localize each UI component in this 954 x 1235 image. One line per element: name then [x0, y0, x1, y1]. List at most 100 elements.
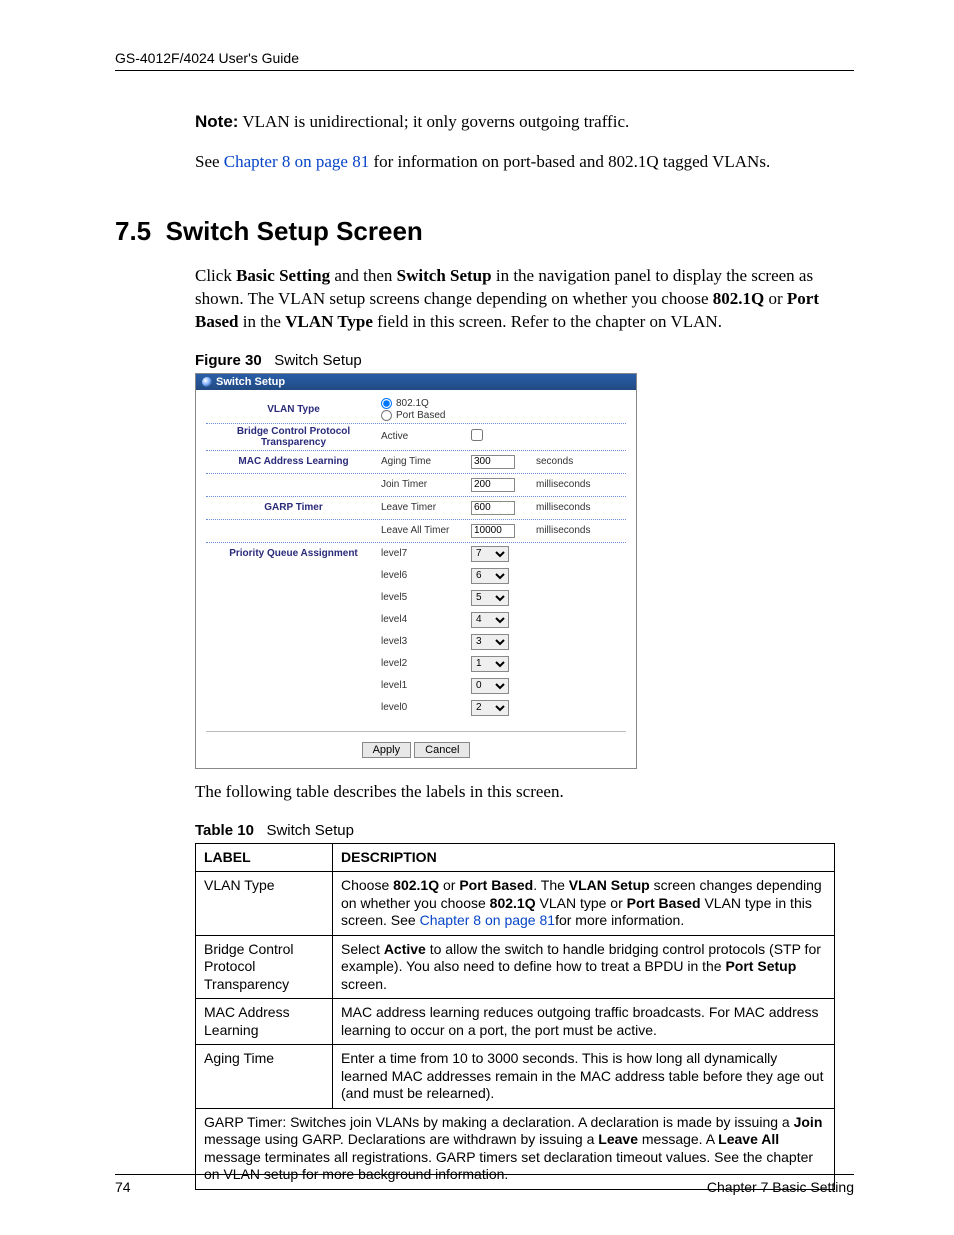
pqa-l2-select[interactable]: 1 — [471, 656, 509, 672]
see-post: for information on port-based and 802.1Q… — [369, 152, 770, 171]
note-paragraph: Note: VLAN is unidirectional; it only go… — [195, 111, 854, 134]
aging-unit: seconds — [536, 456, 573, 467]
row-pqa-6: level6 6 — [206, 565, 626, 587]
td-desc: MAC address learning reduces outgoing tr… — [333, 999, 835, 1045]
pqa-l7-select[interactable]: 7 — [471, 546, 509, 562]
table-header-row: LABEL DESCRIPTION — [196, 843, 835, 872]
pqa-l0-select[interactable]: 2 — [471, 700, 509, 716]
leave-unit: milliseconds — [536, 502, 590, 513]
row-garp-leaveall: Leave All Timer milliseconds — [206, 520, 626, 543]
pqa-l2-name: level2 — [381, 658, 471, 669]
mac-learning-label: MAC Address Learning — [206, 456, 381, 467]
pqa-l0-name: level0 — [381, 702, 471, 713]
pqa-l4-select[interactable]: 4 — [471, 612, 509, 628]
leave-timer-input[interactable] — [471, 501, 515, 515]
bcpt-active-checkbox[interactable] — [471, 429, 483, 441]
vlan-radio-portbased[interactable] — [381, 410, 392, 421]
note-text: VLAN is unidirectional; it only governs … — [238, 112, 629, 131]
figure-caption: Figure 30 Switch Setup — [195, 352, 854, 369]
aging-sub: Aging Time — [381, 456, 471, 467]
section-title: Switch Setup Screen — [166, 216, 423, 246]
td-desc: Select Active to allow the switch to han… — [333, 935, 835, 999]
leaveall-unit: milliseconds — [536, 525, 590, 536]
td-label: MAC Address Learning — [196, 999, 333, 1045]
pqa-label: Priority Queue Assignment — [206, 548, 381, 559]
section-number: 7.5 — [115, 216, 151, 246]
row-bcpt: Bridge Control Protocol Transparency Act… — [206, 424, 626, 451]
td-desc: Enter a time from 10 to 3000 seconds. Th… — [333, 1045, 835, 1109]
row-vlan-type: VLAN Type 802.1Q Port Based — [206, 396, 626, 424]
cancel-button[interactable]: Cancel — [414, 742, 470, 758]
table-row: VLAN Type Choose 802.1Q or Port Based. T… — [196, 872, 835, 936]
table-caption-text: Switch Setup — [266, 822, 354, 839]
switch-setup-figure: Switch Setup VLAN Type 802.1Q Port Based… — [195, 373, 637, 769]
figure-label: Figure 30 — [195, 352, 262, 369]
aging-time-input[interactable] — [471, 455, 515, 469]
pqa-l3-select[interactable]: 3 — [471, 634, 509, 650]
figure-titlebar-text: Switch Setup — [216, 376, 285, 388]
titlebar-orb-icon — [202, 377, 212, 387]
page-number: 74 — [115, 1179, 131, 1195]
pqa-l1-name: level1 — [381, 680, 471, 691]
figure-button-bar: Apply Cancel — [206, 731, 626, 758]
vlan-type-label: VLAN Type — [206, 404, 381, 415]
row-pqa-2: level2 1 — [206, 653, 626, 675]
pqa-l7-name: level7 — [381, 548, 471, 559]
join-sub: Join Timer — [381, 479, 471, 490]
row-pqa-5: level5 5 — [206, 587, 626, 609]
footer-chapter: Chapter 7 Basic Setting — [707, 1179, 854, 1195]
table-row: Bridge Control Protocol Transparency Sel… — [196, 935, 835, 999]
table-caption: Table 10 Switch Setup — [195, 822, 854, 839]
td-label: VLAN Type — [196, 872, 333, 936]
chapter8-link[interactable]: Chapter 8 on page 81 — [224, 152, 369, 171]
th-description: DESCRIPTION — [333, 843, 835, 872]
bcpt-sub: Active — [381, 431, 471, 442]
garp-label: GARP Timer — [206, 502, 381, 513]
note-label: Note: — [195, 112, 238, 131]
table-row: Aging Time Enter a time from 10 to 3000 … — [196, 1045, 835, 1109]
row-pqa-3: level3 3 — [206, 631, 626, 653]
table-row: MAC Address Learning MAC address learnin… — [196, 999, 835, 1045]
row-pqa-0: level0 2 — [206, 697, 626, 719]
running-header: GS-4012F/4024 User's Guide — [115, 50, 854, 66]
switch-setup-table: LABEL DESCRIPTION VLAN Type Choose 802.1… — [195, 843, 835, 1190]
vlan-opt-portbased[interactable]: Port Based — [381, 410, 471, 421]
row-pqa-1: level1 0 — [206, 675, 626, 697]
section-heading: 7.5 Switch Setup Screen — [115, 216, 854, 247]
row-garp-leave: GARP Timer Leave Timer milliseconds — [206, 497, 626, 520]
td-label: Bridge Control Protocol Transparency — [196, 935, 333, 999]
chapter8-link-2[interactable]: Chapter 8 on page 81 — [420, 912, 555, 928]
pqa-l5-name: level5 — [381, 592, 471, 603]
header-rule — [115, 70, 854, 71]
row-pqa-4: level4 4 — [206, 609, 626, 631]
see-pre: See — [195, 152, 224, 171]
figure-caption-text: Switch Setup — [274, 352, 362, 369]
row-mac-learning: MAC Address Learning Aging Time seconds — [206, 451, 626, 474]
pqa-l5-select[interactable]: 5 — [471, 590, 509, 606]
vlan-opt-8021q[interactable]: 802.1Q — [381, 398, 471, 409]
leaveall-sub: Leave All Timer — [381, 525, 471, 536]
row-garp-join: Join Timer milliseconds — [206, 474, 626, 497]
vlan-radio-8021q[interactable] — [381, 398, 392, 409]
td-desc: Choose 802.1Q or Port Based. The VLAN Se… — [333, 872, 835, 936]
leave-sub: Leave Timer — [381, 502, 471, 513]
see-paragraph: See Chapter 8 on page 81 for information… — [195, 151, 854, 174]
td-label: Aging Time — [196, 1045, 333, 1109]
th-label: LABEL — [196, 843, 333, 872]
pqa-l3-name: level3 — [381, 636, 471, 647]
figure-titlebar: Switch Setup — [196, 374, 636, 390]
bcpt-label: Bridge Control Protocol Transparency — [206, 426, 381, 448]
intro-paragraph: Click Basic Setting and then Switch Setu… — [195, 265, 854, 334]
after-figure-text: The following table describes the labels… — [195, 781, 854, 804]
page-footer: 74 Chapter 7 Basic Setting — [115, 1174, 854, 1195]
pqa-l6-select[interactable]: 6 — [471, 568, 509, 584]
apply-button[interactable]: Apply — [362, 742, 412, 758]
table-label: Table 10 — [195, 822, 254, 839]
row-pqa-7: Priority Queue Assignment level7 7 — [206, 543, 626, 565]
join-timer-input[interactable] — [471, 478, 515, 492]
leaveall-timer-input[interactable] — [471, 524, 515, 538]
pqa-l1-select[interactable]: 0 — [471, 678, 509, 694]
vlan-type-options: 802.1Q Port Based — [381, 398, 471, 421]
join-unit: milliseconds — [536, 479, 590, 490]
pqa-l4-name: level4 — [381, 614, 471, 625]
